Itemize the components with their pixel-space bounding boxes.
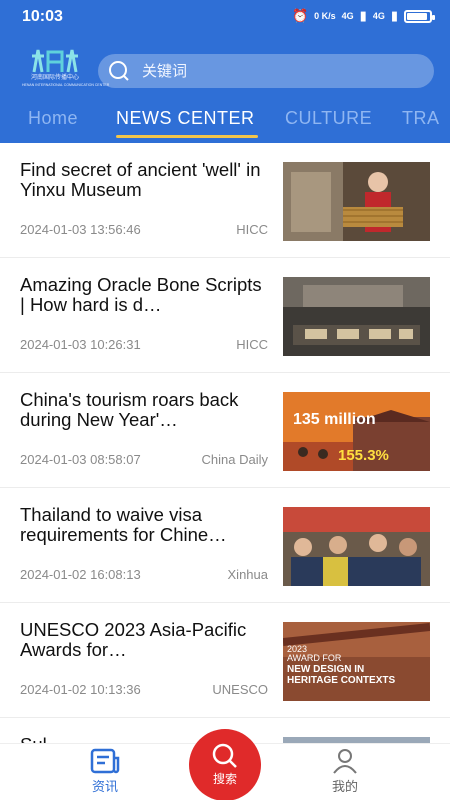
nav-me-label: 我的 — [331, 780, 358, 795]
signal-icon-2: ▮ — [390, 8, 398, 23]
nav-search-label: 搜索 — [212, 772, 237, 786]
news-title[interactable]: UNESCO 2023 Asia-Pacific Awards for… — [20, 620, 270, 660]
search-icon — [109, 61, 129, 81]
news-source: UNESCO — [212, 682, 268, 697]
news-list: Find secret of ancient 'well' in Yinxu M… — [0, 143, 450, 743]
news-item[interactable]: UNESCO 2023 Asia-Pacific Awards for… 202… — [0, 603, 450, 718]
news-item[interactable]: Amazing Oracle Bone Scripts | How hard i… — [0, 258, 450, 373]
battery-icon — [404, 9, 435, 23]
thumb-award-line2: NEW DESIGN IN — [287, 664, 364, 675]
app-logo[interactable]: 河南国际传播中心 HENAN INTERNATIONAL COMMUNICATI… — [22, 44, 110, 92]
user-icon — [333, 749, 357, 774]
search-icon — [212, 743, 237, 768]
signal-4g-2: 4G — [372, 11, 385, 21]
news-title[interactable]: China's tourism roars back during New Ye… — [20, 390, 270, 430]
thumb-stat-1: 135 million — [293, 411, 376, 428]
thumb-stat-2: 155.3% — [338, 447, 389, 464]
status-icons: ⏰ 0 K/s 4G ▮ 4G ▮ — [291, 8, 435, 24]
news-source: China Daily — [201, 452, 268, 467]
tab-travel[interactable]: TRA — [402, 108, 440, 129]
news-item[interactable]: Find secret of ancient 'well' in Yinxu M… — [0, 143, 450, 258]
bottom-nav: 资讯 搜索 我的 — [0, 729, 450, 800]
tab-culture[interactable]: CULTURE — [285, 108, 372, 129]
tab-news-center[interactable]: NEWS CENTER — [116, 108, 255, 129]
status-time: 10:03 — [22, 8, 63, 25]
news-date: 2024-01-03 10:26:31 — [20, 337, 141, 352]
news-thumbnail[interactable] — [283, 162, 430, 241]
signal-icon: ▮ — [359, 8, 367, 23]
news-thumbnail[interactable] — [283, 507, 430, 586]
tab-home[interactable]: Home — [28, 108, 78, 129]
alarm-icon: ⏰ — [291, 8, 309, 23]
news-source: Xinhua — [227, 567, 268, 582]
news-thumbnail[interactable] — [283, 277, 430, 356]
nav-news-label: 资讯 — [91, 780, 118, 795]
news-item[interactable]: China's tourism roars back during New Ye… — [0, 373, 450, 488]
app-header: 10:03 ⏰ 0 K/s 4G ▮ 4G ▮ 河南国际传播中心 HENAN I… — [0, 0, 450, 143]
news-title[interactable]: Find secret of ancient 'well' in Yinxu M… — [20, 160, 270, 200]
news-date: 2024-01-03 08:58:07 — [20, 452, 141, 467]
net-speed: 0 K/s — [314, 11, 336, 21]
news-date: 2024-01-02 16:08:13 — [20, 567, 141, 582]
search-bar[interactable] — [98, 54, 434, 88]
search-button[interactable]: 搜索 — [189, 729, 261, 800]
hicc-logo-icon — [32, 49, 78, 73]
news-date: 2024-01-02 10:13:36 — [20, 682, 141, 697]
thumb-award-line3: HERITAGE CONTEXTS — [287, 675, 395, 686]
search-input[interactable] — [142, 62, 402, 80]
active-tab-indicator — [116, 135, 258, 138]
status-bar: 10:03 ⏰ 0 K/s 4G ▮ 4G ▮ — [0, 0, 450, 36]
signal-4g-1: 4G — [341, 11, 354, 21]
logo-subtitle: HENAN INTERNATIONAL COMMUNICATION CENTER — [22, 83, 110, 87]
nav-me[interactable]: 我的 — [315, 748, 375, 795]
news-thumbnail[interactable]: 135 million 155.3% — [283, 392, 430, 471]
logo-name: 河南国际传播中心 — [30, 75, 79, 81]
news-source: HICC — [236, 337, 268, 352]
news-title[interactable]: Amazing Oracle Bone Scripts | How hard i… — [20, 275, 270, 315]
thumb-award-line1: AWARD FOR — [287, 653, 342, 663]
news-title[interactable]: Thailand to waive visa requirements for … — [20, 505, 270, 545]
news-date: 2024-01-03 13:56:46 — [20, 222, 141, 237]
nav-news[interactable]: 资讯 — [75, 748, 135, 795]
news-item[interactable]: Thailand to waive visa requirements for … — [0, 488, 450, 603]
news-thumbnail[interactable]: 2023 AWARD FOR NEW DESIGN IN HERITAGE CO… — [283, 622, 430, 701]
news-icon — [90, 748, 120, 774]
news-source: HICC — [236, 222, 268, 237]
